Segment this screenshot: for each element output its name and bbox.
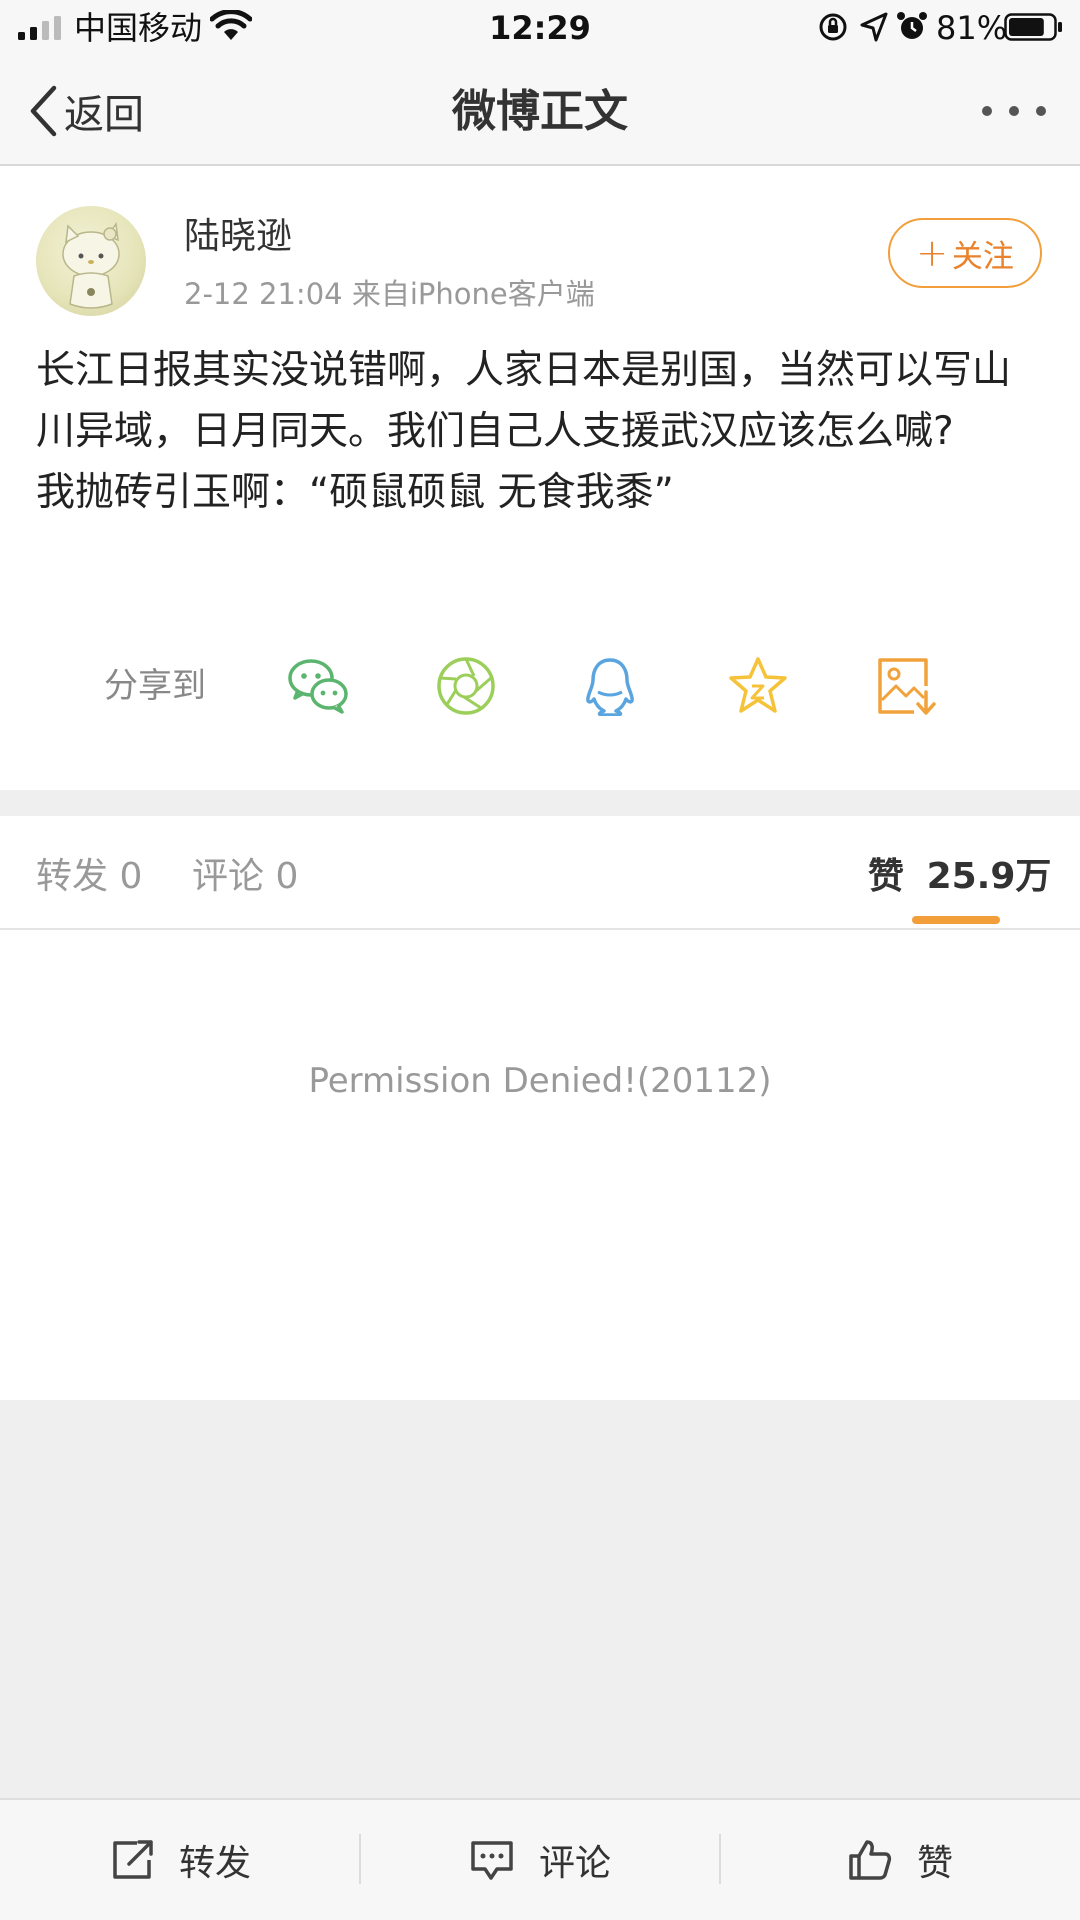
error-message: Permission Denied!(20112) bbox=[308, 1061, 772, 1101]
tab-like[interactable]: 赞 25.9万 bbox=[868, 852, 1051, 902]
username[interactable]: 陆晓逊 bbox=[184, 212, 292, 262]
post-text-line: 长江日报其实没说错啊，人家日本是别国，当然可以写山川异域，日月同天。我们自己人支… bbox=[36, 348, 1012, 454]
navigation-bar: 返回 微博正文 bbox=[0, 56, 1080, 166]
moments-icon[interactable] bbox=[434, 656, 498, 716]
status-bar: 中国移动 12:29 81% bbox=[0, 0, 1080, 56]
tab-comment[interactable]: 评论 0 bbox=[192, 852, 298, 902]
qq-icon[interactable] bbox=[578, 656, 642, 716]
avatar[interactable] bbox=[36, 206, 146, 316]
thumbs-up-icon bbox=[849, 1840, 892, 1880]
alarm-icon bbox=[897, 12, 927, 39]
battery-icon bbox=[1004, 13, 1062, 41]
more-button[interactable] bbox=[982, 96, 1046, 126]
post-text-line: 我抛砖引玉啊：“硕鼠硕鼠 无食我黍” bbox=[36, 470, 674, 515]
like-button[interactable]: 赞 bbox=[720, 1800, 1080, 1920]
bottom-toolbar: 转发 评论 赞 bbox=[0, 1798, 1080, 1920]
tab-like-count: 25.9万 bbox=[926, 856, 1052, 897]
save-image-icon[interactable] bbox=[874, 656, 938, 716]
location-icon bbox=[860, 12, 888, 42]
tab-repost[interactable]: 转发 0 bbox=[36, 852, 142, 902]
wechat-icon[interactable] bbox=[286, 656, 350, 716]
battery-percent: 81% bbox=[936, 9, 1008, 47]
page-title: 微博正文 bbox=[452, 86, 628, 137]
repost-label: 转发 bbox=[178, 1843, 251, 1884]
section-divider bbox=[0, 790, 1080, 816]
favorite-icon[interactable] bbox=[726, 656, 790, 716]
like-label: 赞 bbox=[916, 1843, 953, 1884]
post-text: 长江日报其实没说错啊，人家日本是别国，当然可以写山川异域，日月同天。我们自己人支… bbox=[36, 340, 1046, 523]
follow-label: 关注 bbox=[951, 238, 1014, 275]
tab-like-label: 赞 bbox=[868, 856, 905, 897]
more-dot-icon bbox=[1036, 106, 1046, 116]
interaction-tabs: 转发 0 评论 0 赞 25.9万 bbox=[0, 816, 1080, 930]
comment-icon bbox=[471, 1841, 513, 1880]
share-out-icon bbox=[113, 1840, 153, 1879]
post-meta: 2-12 21:04 来自iPhone客户端 bbox=[184, 277, 595, 311]
comment-label: 评论 bbox=[538, 1843, 611, 1884]
avatar-image bbox=[62, 221, 120, 309]
repost-button[interactable]: 转发 bbox=[0, 1800, 360, 1920]
follow-button[interactable]: + 关注 bbox=[888, 218, 1042, 288]
plus-icon: + bbox=[916, 231, 948, 275]
more-dot-icon bbox=[982, 106, 992, 116]
share-label: 分享到 bbox=[104, 666, 206, 706]
rotation-lock-icon bbox=[819, 13, 847, 41]
active-tab-indicator bbox=[912, 916, 1000, 924]
comment-button[interactable]: 评论 bbox=[360, 1800, 720, 1920]
more-dot-icon bbox=[1009, 106, 1019, 116]
empty-area bbox=[0, 1400, 1080, 1798]
